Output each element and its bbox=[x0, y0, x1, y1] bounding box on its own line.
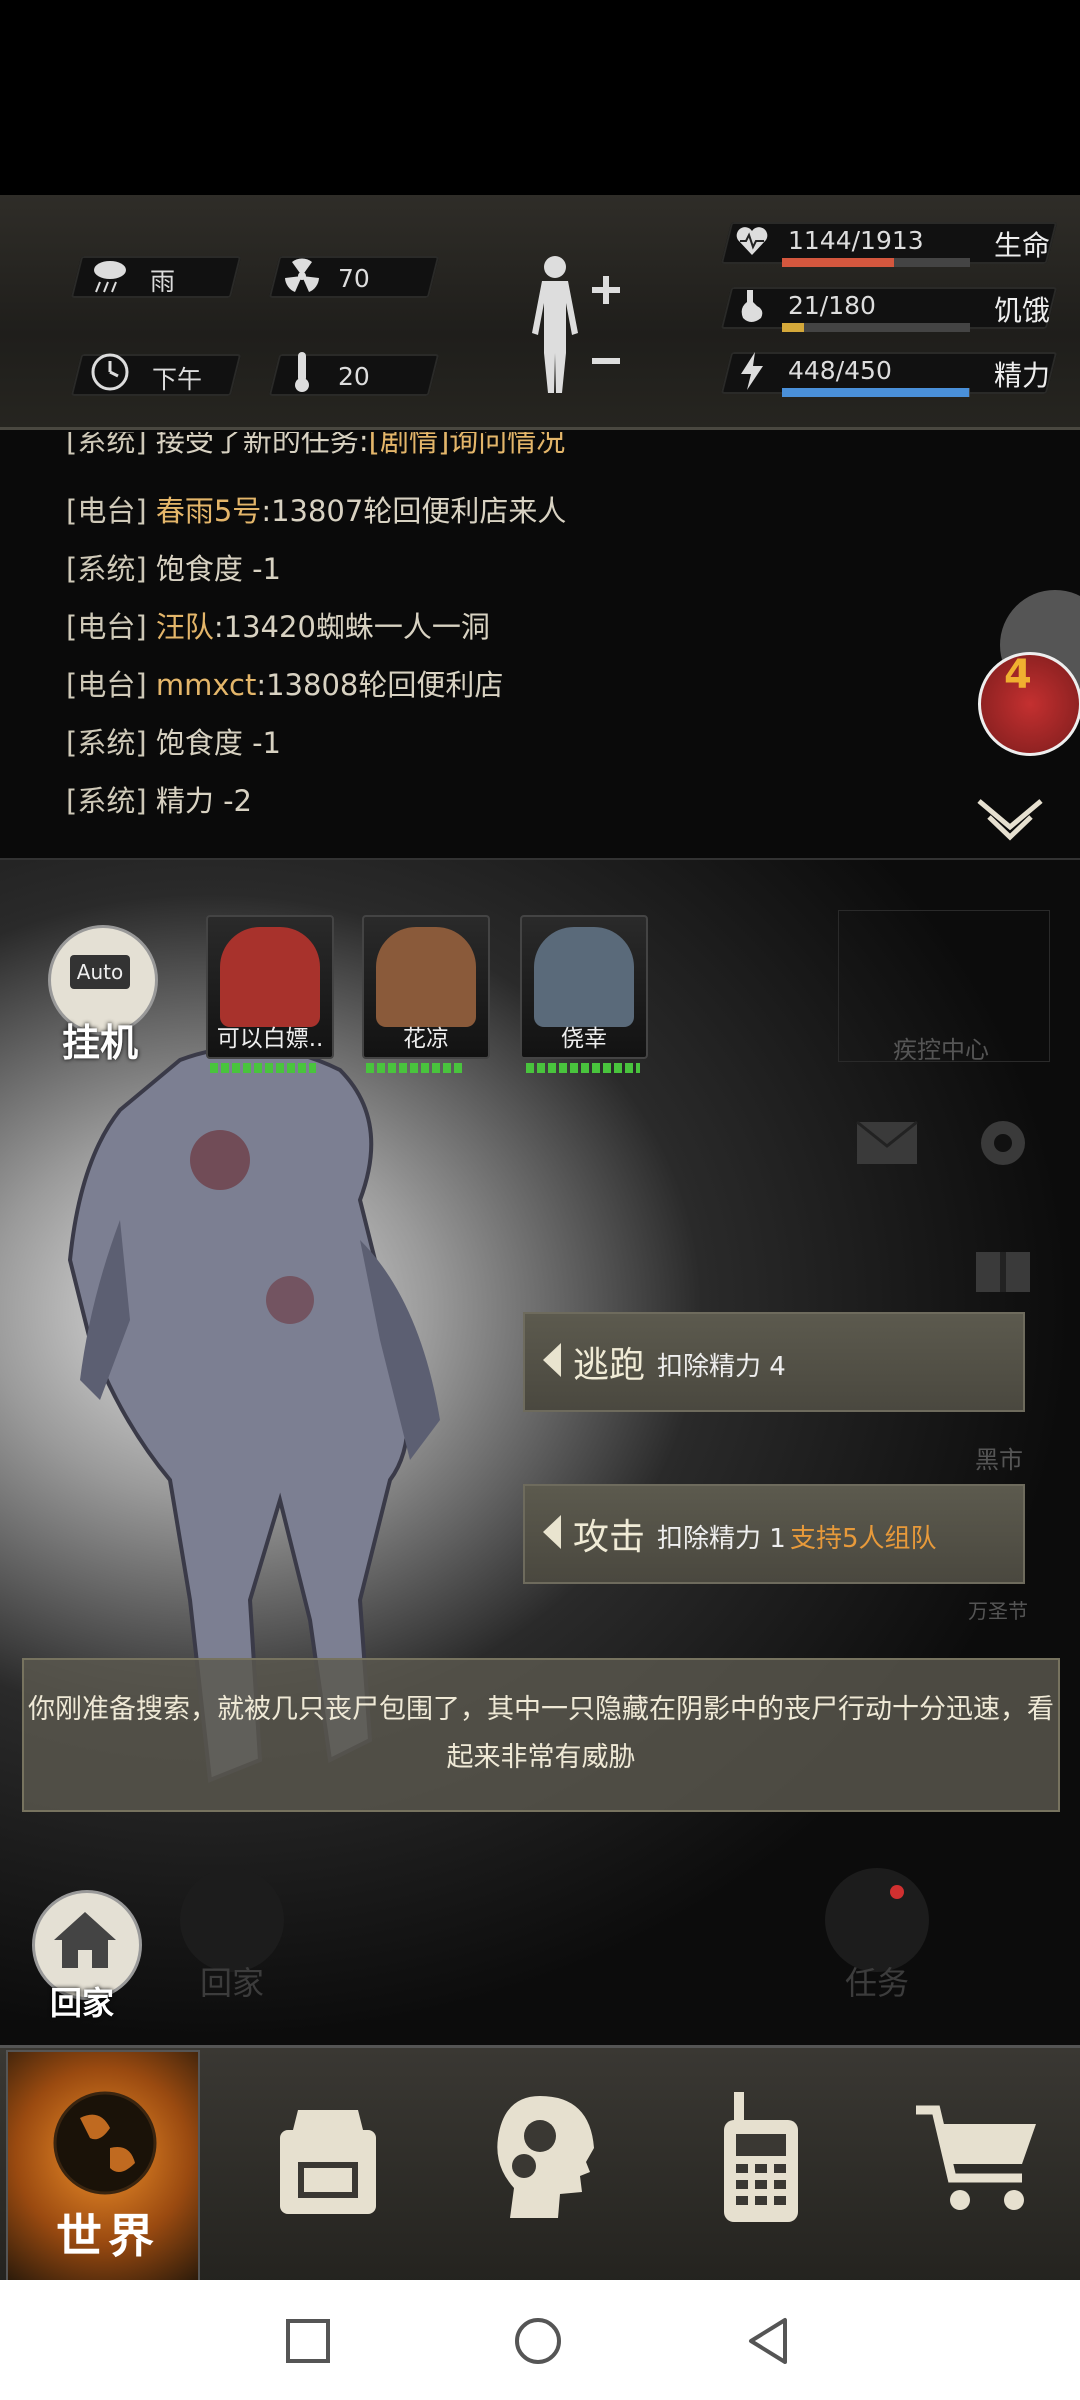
party-member-2[interactable]: 花凉 bbox=[362, 915, 490, 1059]
globe-icon bbox=[53, 2091, 157, 2195]
back-icon[interactable] bbox=[745, 2316, 791, 2366]
hunger-value: 21/180 bbox=[788, 291, 876, 320]
nav-world-label: 世界 bbox=[56, 2209, 160, 2263]
clock-icon bbox=[91, 353, 129, 391]
home-label: 回家 bbox=[50, 1984, 115, 2022]
black-market-label[interactable]: 黑市 bbox=[975, 1440, 1023, 1475]
life-bar bbox=[782, 258, 970, 267]
log-line: [系统] 饱食度 -1 bbox=[66, 546, 281, 588]
rain-icon bbox=[94, 261, 126, 293]
backpack-icon[interactable] bbox=[268, 2100, 388, 2218]
log-prefix: 饱食度 -1 bbox=[155, 726, 281, 760]
party-hp-2 bbox=[366, 1063, 464, 1073]
party-hp-3 bbox=[526, 1063, 640, 1073]
log-highlight: 春雨5号 bbox=[155, 494, 262, 528]
attack-title: 攻击 bbox=[573, 1517, 646, 1558]
log-line: [系统] 饱食度 -1 bbox=[66, 720, 281, 762]
log-line: [系统] 精力 -2 bbox=[66, 778, 252, 820]
log-source: [电台] bbox=[66, 668, 147, 702]
log-source: [电台] bbox=[66, 610, 147, 644]
log-line: [电台] mmxct:13808轮回便利店 bbox=[66, 662, 503, 704]
home-icon bbox=[54, 1912, 116, 1968]
temperature-value: 20 bbox=[338, 362, 370, 391]
shop-cart-icon[interactable] bbox=[912, 2100, 1042, 2218]
party-avatar bbox=[534, 927, 634, 1027]
arrow-left-icon bbox=[543, 1515, 561, 1549]
log-source: [系统] bbox=[66, 726, 147, 760]
event-message-box: 你刚准备搜索，就被几只丧尸包围了，其中一只隐藏在阴影中的丧尸行动十分迅速，看起来… bbox=[22, 1658, 1060, 1812]
energy-value: 448/450 bbox=[788, 356, 892, 385]
party-name: 花凉 bbox=[403, 1026, 449, 1052]
radiation-icon bbox=[285, 258, 319, 292]
energy-bar bbox=[782, 388, 970, 397]
status-bar bbox=[0, 0, 1080, 195]
task-notification-dot bbox=[890, 1885, 904, 1899]
attack-team-note: 支持5人组队 bbox=[790, 1524, 937, 1554]
log-prefix: 饱食度 -1 bbox=[155, 552, 281, 586]
log-line: [电台] 汪队:13420蜘蛛一人一洞 bbox=[66, 604, 490, 646]
task-label: 任务 bbox=[845, 1964, 910, 2002]
party-member-3[interactable]: 侥幸 bbox=[520, 915, 648, 1059]
log-prefix: 精力 -2 bbox=[155, 784, 252, 818]
walkie-talkie-icon[interactable] bbox=[716, 2090, 806, 2225]
party-name: 可以白嫖.. bbox=[216, 1026, 324, 1052]
life-value: 1144/1913 bbox=[788, 226, 924, 255]
log-source: [电台] bbox=[66, 494, 147, 528]
party-name: 侥幸 bbox=[561, 1026, 607, 1052]
chevron-down-icon[interactable] bbox=[975, 795, 1045, 845]
log-highlight: mmxct bbox=[155, 668, 257, 702]
auto-badge: Auto bbox=[70, 955, 130, 989]
log-text: :13808轮回便利店 bbox=[256, 668, 504, 702]
lightning-icon bbox=[741, 352, 763, 390]
log-text: :13807轮回便利店来人 bbox=[261, 494, 567, 528]
log-highlight: 汪队 bbox=[155, 610, 214, 644]
attack-cost: 扣除精力 1 bbox=[657, 1524, 786, 1554]
home-system-icon[interactable] bbox=[513, 2316, 563, 2366]
auto-label: 挂机 bbox=[62, 1021, 139, 1065]
nav-world[interactable]: 世界 bbox=[6, 2050, 200, 2284]
mail-icon[interactable] bbox=[855, 1120, 919, 1166]
home-ghost-label: 回家 bbox=[200, 1964, 265, 2002]
floating-badge-count: 4 bbox=[1004, 652, 1032, 698]
skills-head-icon[interactable] bbox=[490, 2092, 600, 2222]
party-avatar bbox=[376, 927, 476, 1027]
log-source: [系统] bbox=[66, 552, 147, 586]
hunger-bar bbox=[782, 323, 970, 332]
task-button[interactable] bbox=[825, 1868, 929, 1972]
gift-icon[interactable] bbox=[970, 1230, 1036, 1296]
control-center-label: 疾控中心 bbox=[893, 1036, 989, 1064]
log-text: :13420蜘蛛一人一洞 bbox=[213, 610, 490, 644]
stomach-icon bbox=[741, 290, 763, 322]
heart-icon bbox=[736, 227, 768, 255]
party-avatar bbox=[220, 927, 320, 1027]
party-member-1[interactable]: 可以白嫖.. bbox=[206, 915, 334, 1059]
halloween-label[interactable]: 万圣节 bbox=[968, 1595, 1028, 1624]
energy-label: 精力 bbox=[994, 359, 1051, 392]
radiation-value: 70 bbox=[338, 264, 370, 293]
thermometer-icon bbox=[295, 352, 309, 392]
gear-icon[interactable] bbox=[970, 1110, 1036, 1176]
flee-cost: 扣除精力 4 bbox=[657, 1352, 786, 1382]
time-value: 下午 bbox=[152, 365, 203, 394]
life-label: 生命 bbox=[994, 229, 1051, 262]
arrow-left-icon bbox=[543, 1343, 561, 1377]
weather-value: 雨 bbox=[150, 267, 176, 296]
party-hp-1 bbox=[210, 1063, 316, 1073]
body-status-icon[interactable] bbox=[520, 253, 630, 403]
flee-title: 逃跑 bbox=[573, 1345, 646, 1386]
log-source: [系统] bbox=[66, 784, 147, 818]
home-ghost-button bbox=[180, 1868, 284, 1972]
recent-apps-icon[interactable] bbox=[285, 2318, 331, 2364]
hunger-label: 饥饿 bbox=[994, 294, 1051, 327]
flee-button[interactable]: 逃跑 扣除精力 4 bbox=[523, 1312, 1025, 1412]
log-line: [电台] 春雨5号:13807轮回便利店来人 bbox=[66, 488, 566, 530]
event-message: 你刚准备搜索，就被几只丧尸包围了，其中一只隐藏在阴影中的丧尸行动十分迅速，看起来… bbox=[28, 1694, 1054, 1773]
attack-button[interactable]: 攻击 扣除精力 1 支持5人组队 bbox=[523, 1484, 1025, 1584]
